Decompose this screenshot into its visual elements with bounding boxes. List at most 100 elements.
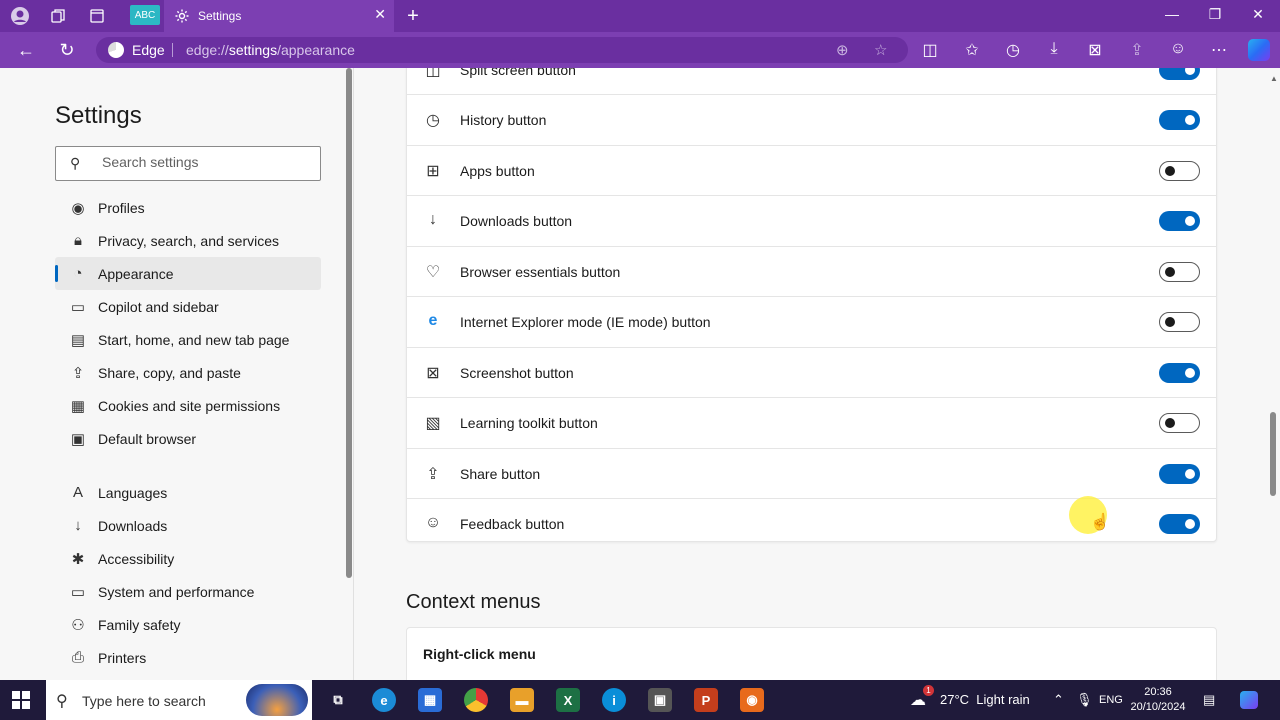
sidebar-item-profiles[interactable]: ◉ Profiles <box>55 191 321 224</box>
toggle-downloads[interactable] <box>1159 211 1200 231</box>
close-tab-icon[interactable]: ✕ <box>374 6 386 23</box>
sidebar-item-downloads[interactable]: ↓ Downloads <box>55 509 321 542</box>
setting-label: Split screen button <box>460 68 576 78</box>
context-menus-card: Right-click menu <box>406 627 1217 680</box>
app-circle-icon[interactable]: i <box>602 688 626 712</box>
media-app-icon[interactable]: ▣ <box>648 688 672 712</box>
setting-row-browser-essentials: ♡ Browser essentials button <box>407 247 1216 297</box>
sidebar-item-system[interactable]: ▭ System and performance <box>55 575 321 608</box>
taskbar: ⚲ Type here to search ⧉ e ▦ ▬ X i ▣ P ◉ … <box>0 680 1280 720</box>
recorder-app-icon[interactable]: ◉ <box>740 688 764 712</box>
chevron-up-icon[interactable]: ⌃ <box>1053 692 1064 708</box>
store-icon[interactable]: ▦ <box>418 688 442 712</box>
omnibox[interactable]: Edge edge://settings/appearance ⊕ ☆ <box>96 37 908 63</box>
excel-icon[interactable]: X <box>556 688 580 712</box>
more-options-icon[interactable]: ⋯ <box>1209 40 1229 60</box>
taskbar-clock[interactable]: 20:36 20/10/2024 <box>1130 685 1186 715</box>
sidebar-item-privacy[interactable]: 🔒︎ Privacy, search, and services <box>55 224 321 257</box>
edge-taskbar-icon[interactable]: e <box>372 688 396 712</box>
copilot-taskbar-icon[interactable] <box>1240 691 1258 709</box>
windows-start-icon[interactable] <box>12 691 30 709</box>
task-view-icon[interactable]: ⧉ <box>326 688 350 712</box>
new-tab-icon[interactable]: + <box>403 5 423 27</box>
search-box[interactable]: ⚲ <box>55 146 321 181</box>
sidebar-item-start-home[interactable]: ▤ Start, home, and new tab page <box>55 323 321 356</box>
copilot-icon[interactable] <box>1248 39 1270 61</box>
toggle-ie-mode[interactable] <box>1159 312 1200 332</box>
toggle-feedback[interactable] <box>1159 514 1200 534</box>
search-icon: ⚲ <box>56 693 68 710</box>
restore-icon[interactable]: ❐ <box>1205 6 1225 23</box>
weather-text[interactable]: 27°C Light rain <box>940 692 1030 707</box>
toggle-split-screen[interactable] <box>1159 68 1200 80</box>
sidebar-item-family[interactable]: ⚇ Family safety <box>55 608 321 641</box>
sidebar-item-share-copy[interactable]: ⇪ Share, copy, and paste <box>55 356 321 389</box>
sidebar-item-appearance[interactable]: ◔ Appearance <box>55 257 321 290</box>
sidebar-scrollbar[interactable] <box>346 68 352 578</box>
sidebar-item-label: Appearance <box>98 265 174 282</box>
refresh-icon[interactable]: ↻ <box>56 40 78 61</box>
sidebar-item-label: Share, copy, and paste <box>98 364 241 381</box>
share-icon[interactable]: ⇪ <box>1127 40 1147 60</box>
taskbar-search[interactable]: ⚲ Type here to search <box>46 680 312 720</box>
toggle-screenshot[interactable] <box>1159 363 1200 383</box>
lock-icon: 🔒︎ <box>74 232 82 249</box>
cookies-icon: ▦ <box>70 397 86 415</box>
toggle-share[interactable] <box>1159 464 1200 484</box>
microphone-icon[interactable]: 🎙︎ <box>1076 692 1093 708</box>
chrome-icon[interactable] <box>464 688 488 712</box>
powerpoint-icon[interactable]: P <box>694 688 718 712</box>
sidebar-item-cookies[interactable]: ▦ Cookies and site permissions <box>55 389 321 422</box>
feedback-icon: ☺ <box>424 514 442 531</box>
toggle-apps[interactable] <box>1159 161 1200 181</box>
history-icon[interactable]: ◷ <box>1003 40 1023 60</box>
right-click-menu-label[interactable]: Right-click menu <box>423 646 536 662</box>
setting-row-history: ◷ History button <box>407 95 1216 146</box>
download-icon[interactable]: ⤓ <box>1044 40 1064 58</box>
sidebar-item-languages[interactable]: A Languages <box>55 476 321 509</box>
profile-avatar-icon[interactable] <box>10 6 30 26</box>
setting-row-apps: ⊞ Apps button <box>407 146 1216 196</box>
toggle-learning-toolkit[interactable] <box>1159 413 1200 433</box>
sidebar-item-copilot[interactable]: ▭ Copilot and sidebar <box>55 290 321 323</box>
minimize-icon[interactable]: — <box>1162 6 1182 22</box>
edge-label: Edge <box>132 42 165 58</box>
tab-title: Settings <box>198 9 242 23</box>
favorites-icon[interactable]: ✩ <box>962 40 982 60</box>
workspaces-icon[interactable] <box>48 6 68 26</box>
toolbar-buttons-card: ◫ Split screen button ◷ History button ⊞… <box>406 68 1217 542</box>
tab-settings[interactable]: Settings ✕ <box>164 0 394 32</box>
tab-actions-icon[interactable] <box>87 6 107 26</box>
scroll-up-icon[interactable]: ▲ <box>1270 74 1278 83</box>
language-indicator[interactable]: ENG <box>1099 694 1123 706</box>
favorite-star-icon[interactable]: ☆ <box>874 41 887 59</box>
main-scrollbar-thumb[interactable] <box>1270 412 1276 496</box>
search-highlight-image <box>246 684 308 716</box>
taskbar-search-placeholder: Type here to search <box>82 693 206 709</box>
search-input[interactable] <box>102 154 302 170</box>
sidebar-item-default-browser[interactable]: ▣ Default browser <box>55 422 321 455</box>
back-icon[interactable]: ← <box>15 40 37 61</box>
clock-date: 20/10/2024 <box>1130 701 1186 713</box>
address-bar: ← ↻ Edge edge://settings/appearance ⊕ ☆ … <box>0 32 1280 68</box>
main-scrollbar[interactable]: ▲ <box>1268 68 1280 680</box>
setting-row-screenshot: ⊠ Screenshot button <box>407 348 1216 398</box>
url-text[interactable]: edge://settings/appearance <box>186 42 355 58</box>
sidebar-item-label: Default browser <box>98 430 197 447</box>
feedback-icon[interactable]: ☺ <box>1168 40 1188 58</box>
close-window-icon[interactable]: ✕ <box>1248 6 1268 23</box>
profile-icon: ◉ <box>71 199 85 217</box>
sidebar-item-accessibility[interactable]: ✱ Accessibility <box>55 542 321 575</box>
zoom-icon[interactable]: ⊕ <box>836 41 849 59</box>
split-screen-icon[interactable]: ◫ <box>920 40 940 60</box>
sidebar-item-printers[interactable]: ⎙ Printers <box>55 641 321 674</box>
toggle-browser-essentials[interactable] <box>1159 262 1200 282</box>
split-screen-icon: ◫ <box>425 68 441 79</box>
sidebar-item-label: Family safety <box>98 616 181 633</box>
screenshot-icon[interactable]: ⊠ <box>1085 40 1105 60</box>
profile-badge[interactable]: ABC <box>130 5 160 25</box>
toggle-history[interactable] <box>1159 110 1200 130</box>
notifications-icon[interactable]: ▤ <box>1203 692 1215 708</box>
file-explorer-icon[interactable]: ▬ <box>510 688 534 712</box>
appearance-icon: ◔ <box>73 265 83 282</box>
